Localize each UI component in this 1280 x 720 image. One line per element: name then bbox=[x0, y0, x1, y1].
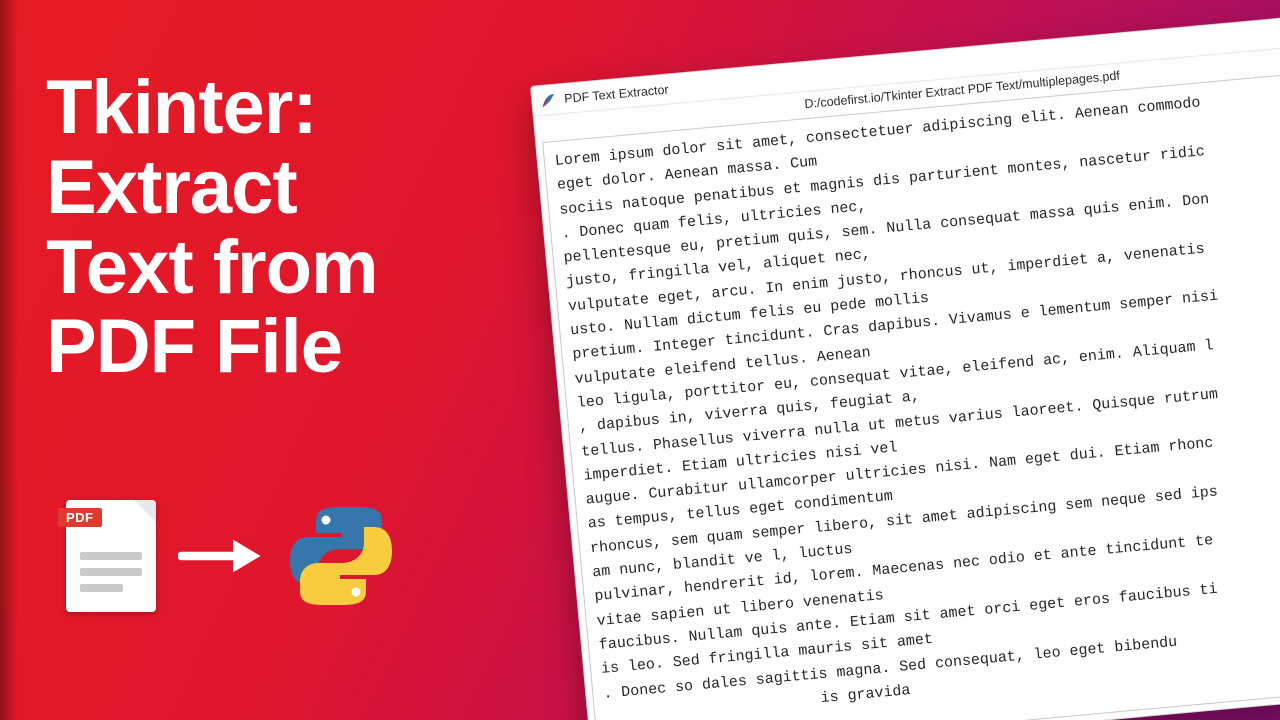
python-logo-icon bbox=[286, 501, 396, 611]
thumbnail-stage: Tkinter: Extract Text from PDF File PDF bbox=[0, 0, 1280, 720]
arrow-right-icon bbox=[178, 533, 264, 579]
window-title: PDF Text Extractor bbox=[564, 82, 670, 105]
titlebar-left: PDF Text Extractor bbox=[540, 81, 670, 109]
extracted-text-box[interactable]: Lorem ipsum dolor sit amet, consectetuer… bbox=[542, 65, 1280, 720]
left-vignette bbox=[0, 0, 18, 720]
icons-row: PDF bbox=[66, 500, 396, 612]
tk-feather-icon bbox=[540, 91, 557, 108]
pdf-doc-icon: PDF bbox=[66, 500, 156, 612]
headline-line-3: Text from bbox=[46, 228, 378, 308]
pdf-badge: PDF bbox=[58, 508, 102, 527]
headline-line-2: Extract bbox=[46, 148, 378, 228]
app-window: PDF Text Extractor — ▢ ✕ D:/codefirst.io… bbox=[530, 8, 1280, 720]
pdf-text-line-icon bbox=[80, 568, 142, 576]
pdf-line-group bbox=[80, 552, 142, 600]
pdf-text-line-icon bbox=[80, 584, 123, 592]
pdf-page-fold-icon bbox=[134, 500, 156, 522]
headline-line-1: Tkinter: bbox=[46, 68, 378, 148]
headline-line-4: PDF File bbox=[46, 307, 378, 387]
headline-block: Tkinter: Extract Text from PDF File bbox=[46, 68, 378, 387]
pdf-text-line-icon bbox=[80, 552, 142, 560]
